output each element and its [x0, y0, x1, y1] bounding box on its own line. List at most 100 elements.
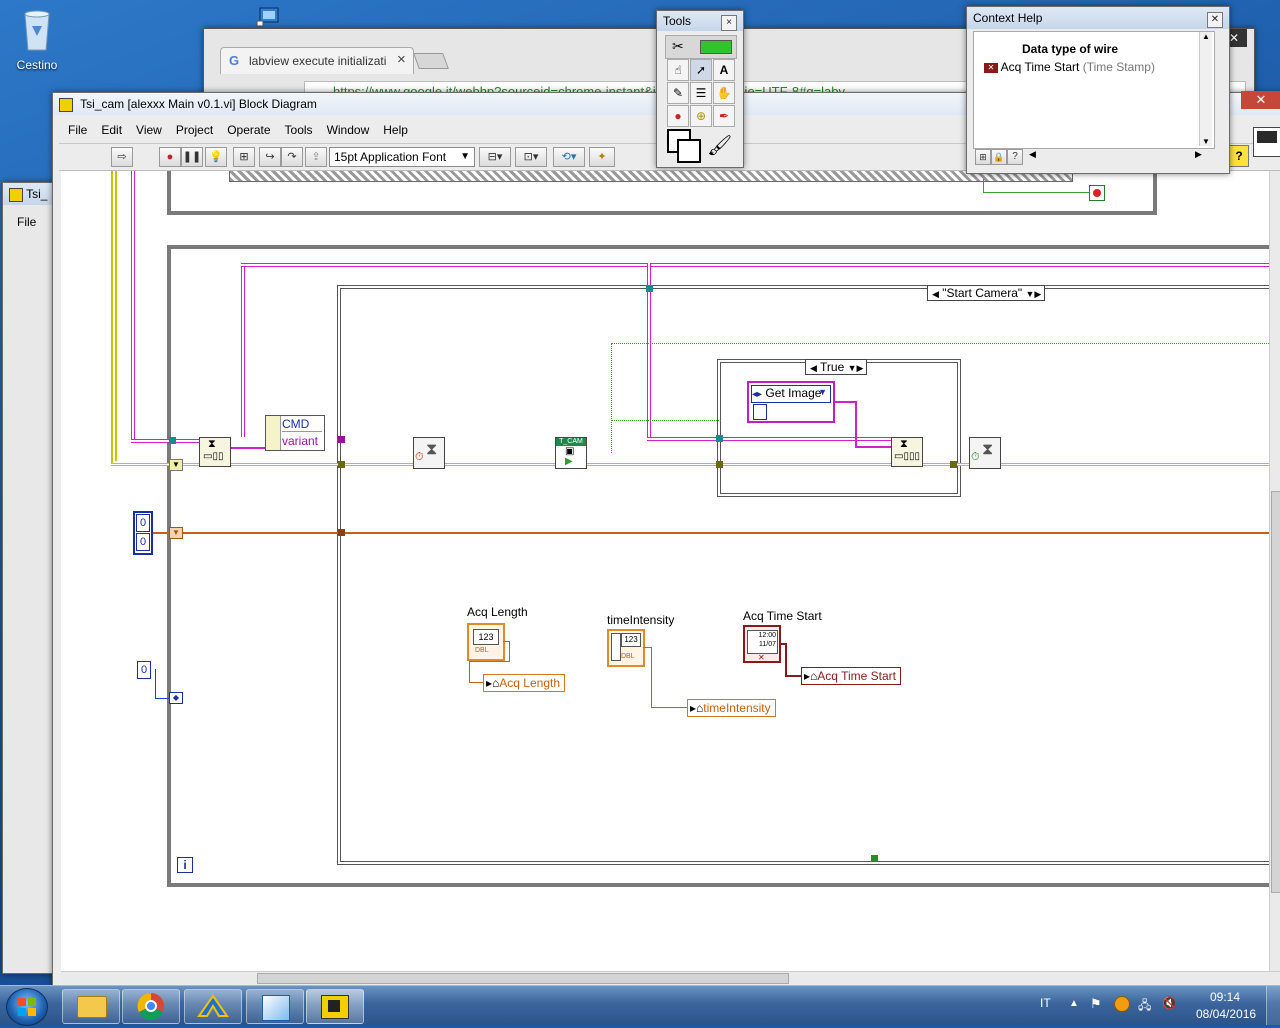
horizontal-scroll-thumb[interactable]: [257, 973, 789, 984]
vi-icon[interactable]: [1253, 127, 1280, 157]
auto-tool-icon[interactable]: ✂: [672, 38, 684, 55]
tunnel-case-variant: [338, 436, 345, 443]
context-help-button[interactable]: ?: [1229, 145, 1249, 167]
case-structure-true[interactable]: [717, 359, 961, 497]
time-intensity-glyph: 123: [621, 633, 641, 647]
probe-icon[interactable]: ⊕: [690, 105, 712, 127]
context-help-close-icon[interactable]: ✕: [1207, 12, 1223, 28]
clock-time[interactable]: 09:14: [1210, 990, 1240, 1004]
window-close-button[interactable]: ✕: [1241, 91, 1280, 109]
browser-tab[interactable]: G labview execute initializati ×: [220, 47, 414, 74]
case-selector-true[interactable]: ◀ True ▼▶: [805, 359, 867, 375]
scroll-window-icon[interactable]: ✋: [713, 82, 735, 104]
tools-palette-close-icon[interactable]: ×: [721, 15, 737, 31]
desktop-shortcut-icon[interactable]: [255, 6, 283, 28]
show-optional-terminals-icon[interactable]: ⊞: [975, 149, 991, 165]
numeric-const-0c[interactable]: 0: [137, 661, 151, 679]
taskbar-app-4[interactable]: [246, 989, 304, 1024]
retain-wire-values-icon[interactable]: ⊞: [233, 147, 255, 167]
clock-date[interactable]: 08/04/2016: [1196, 1007, 1256, 1021]
scroll-right-icon[interactable]: ▶: [1195, 149, 1202, 160]
recycle-bin[interactable]: Cestino: [1, 6, 73, 76]
wait-ms-node[interactable]: ⧗ ⏱: [413, 437, 445, 469]
camera-start-node[interactable]: T_CAM ▣ ▶: [555, 437, 587, 469]
vertical-scrollbar[interactable]: [1269, 171, 1280, 971]
taskbar-explorer[interactable]: [62, 989, 120, 1024]
stop-terminal-icon[interactable]: [1089, 185, 1105, 201]
menu-help[interactable]: Help: [376, 119, 415, 141]
start-button[interactable]: [6, 988, 48, 1026]
show-desktop-button[interactable]: [1266, 986, 1280, 1025]
horizontal-scrollbar[interactable]: [61, 971, 1280, 984]
browser-tab-close-icon[interactable]: ×: [397, 51, 406, 68]
paintbrush-icon[interactable]: 🖌: [707, 133, 732, 158]
tunnel-int[interactable]: ◆: [169, 692, 183, 704]
font-selector[interactable]: 15pt Application Font ▼: [329, 147, 475, 167]
breakpoint-icon[interactable]: ●: [667, 105, 689, 127]
enqueue-element-node[interactable]: ⧗ ▭▯▯▯: [891, 437, 923, 467]
auto-tool-indicator[interactable]: [700, 40, 732, 54]
menu-operate[interactable]: Operate: [220, 119, 277, 141]
acq-time-start-terminal[interactable]: 12:00 11/07 ✕: [743, 625, 781, 663]
local-var-acq-length[interactable]: ▸⌂Acq Length: [483, 674, 565, 692]
tunnel-dbl-shift[interactable]: ▼: [169, 527, 183, 539]
menu-tools[interactable]: Tools: [278, 119, 320, 141]
block-diagram-canvas[interactable]: i ◀ "Start Camera" ▼▶ ◀ True ▼▶ ▼ ▼ ◆ 0 …: [61, 171, 1280, 971]
tray-volume-muted-icon[interactable]: 🔇: [1162, 996, 1177, 1010]
show-hidden-icons-icon[interactable]: ▲: [1069, 998, 1079, 1009]
step-into-icon[interactable]: ↪: [259, 147, 281, 167]
tray-orange-icon[interactable]: [1114, 996, 1130, 1012]
menu-project[interactable]: Project: [169, 119, 220, 141]
wait-ms-node-2[interactable]: ⧗ ⏱: [969, 437, 1001, 469]
action-center-flag-icon[interactable]: ⚑: [1090, 996, 1102, 1012]
distribute-objects-icon[interactable]: ⊡▾: [515, 147, 547, 167]
menu-edit[interactable]: Edit: [94, 119, 129, 141]
acq-length-terminal[interactable]: 123 DBL: [467, 623, 505, 661]
detailed-help-icon[interactable]: ?: [1007, 149, 1023, 165]
wire-dbl-main: [143, 532, 1280, 534]
lock-icon[interactable]: 🔒: [991, 149, 1007, 165]
scroll-left-icon[interactable]: ◀: [1029, 149, 1036, 160]
get-color-icon[interactable]: ✒: [713, 105, 735, 127]
dequeue-element-node[interactable]: ⧗ ▭▯▯: [199, 437, 231, 467]
highlight-execution-icon[interactable]: 💡: [205, 147, 227, 167]
align-objects-icon[interactable]: ⊟▾: [479, 147, 511, 167]
back-window-menu-file[interactable]: File: [17, 215, 36, 229]
enum-const-get-image[interactable]: ◂▸ Get Image ▼: [747, 381, 835, 423]
menu-view[interactable]: View: [129, 119, 169, 141]
taskbar: IT ▲ ⚑ 🖧 🔇 09:14 08/04/2016: [0, 985, 1280, 1026]
abort-icon[interactable]: ●: [159, 147, 181, 167]
reorder-icon[interactable]: ⟲▾: [553, 147, 585, 167]
run-arrow-icon[interactable]: ⇨: [111, 147, 133, 167]
app-wing-icon: [197, 994, 229, 1017]
hourglass-icon: ⧗: [208, 438, 216, 450]
numeric-array-const[interactable]: 0 0: [133, 511, 153, 555]
time-intensity-terminal[interactable]: 123 DBL: [607, 629, 645, 667]
clean-up-diagram-icon[interactable]: ✦: [589, 147, 615, 167]
shortcut-menu-icon[interactable]: ☰: [690, 82, 712, 104]
taskbar-chrome[interactable]: [122, 989, 180, 1024]
step-out-icon[interactable]: ⇪: [305, 147, 327, 167]
unbundle-by-name-node[interactable]: CMD variant: [265, 415, 325, 451]
connect-wire-icon[interactable]: ✎: [667, 82, 689, 104]
taskbar-labview[interactable]: [306, 989, 364, 1024]
set-color-icon[interactable]: [667, 129, 709, 163]
block-diagram-window: Tsi_cam [alexxx Main v0.1.vi] Block Diag…: [52, 91, 1280, 987]
menu-window[interactable]: Window: [320, 119, 377, 141]
vertical-scroll-thumb[interactable]: [1271, 491, 1280, 893]
local-var-acq-time-start[interactable]: ▸⌂Acq Time Start: [801, 667, 901, 685]
taskbar-app-3[interactable]: [184, 989, 242, 1024]
local-var-time-intensity[interactable]: ▸⌂timeIntensity: [687, 699, 776, 717]
position-select-icon[interactable]: ➚: [690, 59, 712, 81]
operate-value-icon[interactable]: ☝: [667, 59, 689, 81]
step-over-icon[interactable]: ↷: [281, 147, 303, 167]
tray-network-icon[interactable]: 🖧: [1138, 996, 1151, 1017]
context-help-scrollbar[interactable]: ▲ ▼: [1199, 32, 1212, 146]
pause-icon[interactable]: ❚❚: [181, 147, 203, 167]
tunnel-error-shift[interactable]: ▼: [169, 459, 183, 471]
language-indicator[interactable]: IT: [1040, 996, 1051, 1010]
new-tab-button[interactable]: [413, 53, 449, 69]
menu-file[interactable]: File: [61, 119, 94, 141]
case-selector-start-camera[interactable]: ◀ "Start Camera" ▼▶: [927, 285, 1045, 301]
edit-text-icon[interactable]: A: [713, 59, 735, 81]
